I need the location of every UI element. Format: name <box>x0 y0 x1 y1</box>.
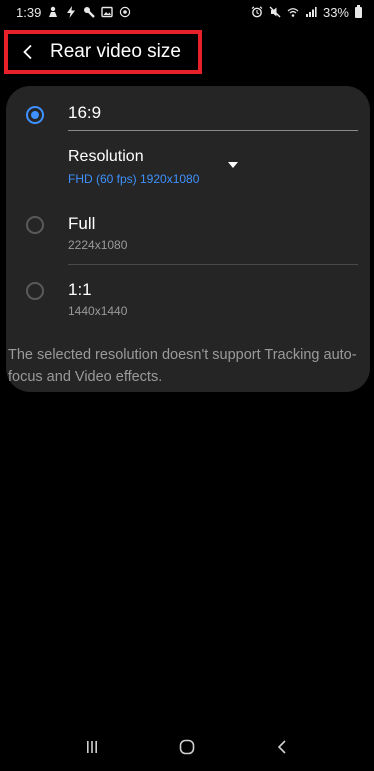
radio-1-1[interactable] <box>26 282 44 300</box>
radio-full[interactable] <box>26 216 44 234</box>
recent-apps-icon <box>86 740 97 753</box>
option-full[interactable]: Full 2224x1080 <box>6 202 370 262</box>
option-title: 1:1 <box>68 280 92 299</box>
status-time: 1:39 <box>16 4 42 20</box>
option-1-1[interactable]: 1:1 1440x1440 <box>6 268 370 328</box>
home-icon <box>179 739 195 754</box>
mute-icon <box>269 6 281 18</box>
divider <box>68 264 358 265</box>
option-subtitle: 1440x1440 <box>68 304 128 318</box>
wifi-icon <box>287 6 299 18</box>
options-card: 16:9 Resolution FHD (60 fps) 1920x1080 F… <box>6 86 370 392</box>
back-button[interactable] <box>262 727 302 767</box>
option-subtitle: 2224x1080 <box>68 238 128 252</box>
dropdown-arrow-icon <box>228 162 238 168</box>
header-back-button[interactable]: Rear video size <box>4 30 202 74</box>
option-16-9[interactable]: 16:9 <box>6 86 370 134</box>
resolution-label: Resolution <box>68 148 144 165</box>
back-arrow-icon <box>22 44 34 60</box>
image-icon <box>101 6 114 18</box>
battery-icon <box>355 4 362 18</box>
battery-percent: 33% <box>322 4 349 20</box>
status-bar: 1:39 33% <box>0 0 374 24</box>
alarm-icon <box>251 6 263 18</box>
radio-16-9[interactable] <box>26 106 44 124</box>
option-title: 16:9 <box>68 103 102 122</box>
status-right: 33% <box>251 4 362 20</box>
option-title: Full <box>68 214 96 233</box>
home-button[interactable] <box>167 727 207 767</box>
circle-icon <box>119 6 131 18</box>
resolution-dropdown[interactable]: Resolution FHD (60 fps) 1920x1080 <box>6 146 370 194</box>
recent-apps-button[interactable] <box>72 727 112 767</box>
screen: 1:39 33% Rear video size 16:9 Resolution… <box>0 0 374 771</box>
page-title: Rear video size <box>50 41 181 62</box>
person-icon <box>47 6 59 18</box>
signal-icon <box>305 6 317 18</box>
resolution-value: FHD (60 fps) 1920x1080 <box>68 172 200 186</box>
bolt-icon <box>65 6 77 18</box>
navigation-bar <box>0 722 374 771</box>
divider <box>68 130 358 131</box>
resolution-note: The selected resolution doesn't support … <box>8 347 357 385</box>
status-left: 1:39 <box>16 5 131 20</box>
wrench-icon <box>83 6 96 18</box>
back-icon <box>278 739 286 754</box>
